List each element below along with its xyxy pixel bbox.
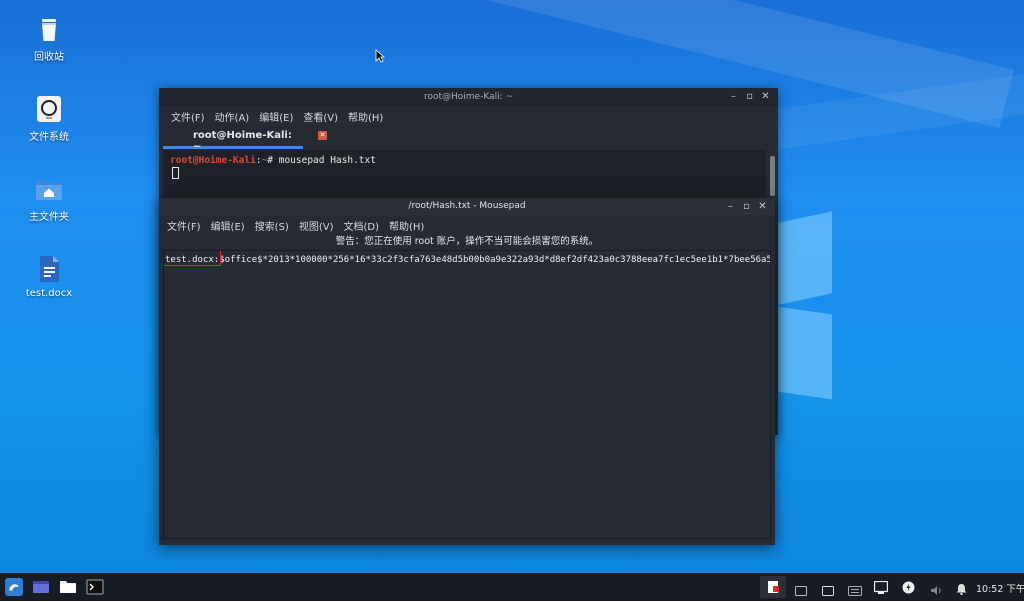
minimize-icon[interactable]: –: [726, 201, 735, 212]
home-folder-icon: [34, 174, 64, 204]
command-text: mousepad Hash.txt: [278, 155, 376, 166]
menu-view[interactable]: 查看(V): [303, 109, 338, 124]
taskbar: 10:52 下午: [0, 573, 1024, 601]
document-icon: [34, 254, 64, 284]
menu-help[interactable]: 帮助(H): [348, 109, 383, 124]
menu-file[interactable]: 文件(F): [167, 218, 201, 233]
menu-view[interactable]: 视图(V): [299, 218, 334, 233]
text-cursor: [172, 167, 179, 179]
windows-logo-decoration: [770, 200, 840, 400]
prompt-symbol: #: [267, 155, 279, 166]
mousepad-menubar: 文件(F) 编辑(E) 搜索(S) 视图(V) 文档(D) 帮助(H): [159, 215, 775, 235]
menu-edit[interactable]: 编辑(E): [211, 218, 245, 233]
tray-window-icon[interactable]: [795, 581, 807, 600]
mousepad-titlebar[interactable]: /root/Hash.txt - Mousepad – ▫ ✕: [159, 198, 775, 215]
maximize-icon[interactable]: ▫: [745, 91, 754, 102]
prompt-user: root@Hoime-Kali: [170, 155, 256, 166]
desktop-icon-filesystem[interactable]: 文件系统: [9, 94, 89, 143]
terminal-menubar: 文件(F) 动作(A) 编辑(E) 查看(V) 帮助(H): [159, 106, 778, 126]
red-highlight-box: [164, 251, 221, 266]
close-icon[interactable]: ✕: [758, 201, 767, 212]
keyboard-icon[interactable]: [848, 581, 862, 600]
file-manager-icon[interactable]: [59, 579, 77, 599]
text-editor-area[interactable]: test.docx:$office$*2013*100000*256*16*33…: [163, 250, 771, 539]
maximize-icon[interactable]: ▫: [742, 201, 751, 212]
desktop-icon-home[interactable]: 主文件夹: [9, 174, 89, 223]
menu-search[interactable]: 搜索(S): [255, 218, 289, 233]
volume-icon[interactable]: [930, 581, 943, 600]
tab-close-icon[interactable]: ✕: [318, 131, 327, 140]
window-title: root@Hoime-Kali: ~: [423, 92, 514, 102]
tab-label: root@Hoime-Kali: ~: [193, 130, 292, 152]
menu-help[interactable]: 帮助(H): [389, 218, 424, 233]
terminal-titlebar[interactable]: root@Hoime-Kali: ~ – ▫ ✕: [159, 88, 778, 106]
notification-bell-icon[interactable]: [956, 580, 967, 599]
desktop-icon-test-docx[interactable]: test.docx: [9, 254, 89, 299]
menu-edit[interactable]: 编辑(E): [259, 109, 293, 124]
mouse-pointer-icon: [375, 48, 386, 67]
terminal-scrollbar[interactable]: [770, 156, 775, 196]
desktop-icon-label: test.docx: [25, 288, 73, 299]
terminal-tab[interactable]: root@Hoime-Kali: ~ ✕: [163, 126, 327, 152]
menu-document[interactable]: 文档(D): [344, 218, 380, 233]
close-icon[interactable]: ✕: [761, 91, 770, 102]
clock[interactable]: 10:52 下午: [976, 581, 1024, 595]
menu-action[interactable]: 动作(A): [215, 109, 250, 124]
tray-window-icon[interactable]: [822, 581, 834, 600]
active-window-indicator[interactable]: [760, 576, 786, 598]
hash-line: test.docx:$office$*2013*100000*256*16*33…: [165, 255, 771, 265]
trash-icon: [34, 14, 64, 44]
minimize-icon[interactable]: –: [729, 91, 738, 102]
drive-icon: [34, 94, 64, 124]
menu-file[interactable]: 文件(F): [171, 109, 205, 124]
command-line: root@Hoime-Kali:~# mousepad Hash.txt: [170, 155, 376, 166]
desktop-icon-label: 主文件夹: [29, 212, 69, 223]
app-menu-icon[interactable]: [5, 578, 23, 600]
root-warning-banner: 警告：您正在使用 root 账户，操作不当可能会损害您的系统。: [335, 236, 599, 247]
mousepad-window[interactable]: /root/Hash.txt - Mousepad – ▫ ✕ 文件(F) 编辑…: [159, 198, 775, 545]
power-icon[interactable]: [902, 579, 915, 598]
office-hash: $office$*2013*100000*256*16*33c2f3cfa763…: [219, 255, 771, 265]
terminal-icon[interactable]: [86, 579, 104, 599]
desktop-icon-label: 文件系统: [29, 132, 69, 143]
workspace-icon[interactable]: [32, 579, 50, 599]
window-title: /root/Hash.txt - Mousepad: [408, 201, 526, 211]
desktop-icon-trash[interactable]: 回收站: [9, 14, 89, 63]
display-icon[interactable]: [873, 579, 889, 598]
desktop-icon-label: 回收站: [34, 52, 64, 63]
